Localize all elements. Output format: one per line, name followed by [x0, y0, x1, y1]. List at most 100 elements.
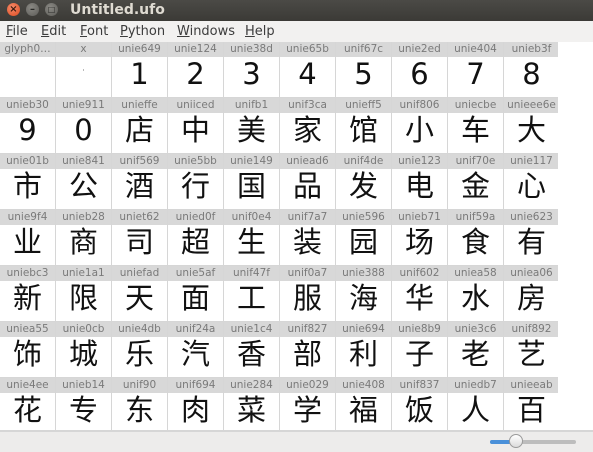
glyph-cell[interactable]: uniead6 品 [280, 154, 336, 210]
glyph-cell[interactable]: unieee6e 大 [504, 98, 560, 154]
glyph-cell[interactable]: unie5af 面 [168, 266, 224, 322]
glyph-cell[interactable]: unie408 福 [336, 378, 392, 434]
zoom-slider-handle[interactable] [509, 434, 523, 448]
glyph-cell[interactable]: unif837 饭 [392, 378, 448, 434]
glyph-cell[interactable]: uniiced 中 [168, 98, 224, 154]
close-icon[interactable]: × [7, 3, 20, 16]
glyph-cell[interactable]: unie841 公 [56, 154, 112, 210]
glyph-cell[interactable]: unie2ed 6 [392, 42, 448, 98]
glyph-cell[interactable]: unie3c6 老 [448, 322, 504, 378]
glyph-name-label: uniiced [168, 98, 223, 113]
glyph-cell[interactable]: unie694 利 [336, 322, 392, 378]
glyph-cell[interactable]: glyph0… [0, 42, 56, 98]
glyph-cell[interactable]: unif827 部 [280, 322, 336, 378]
glyph-cell[interactable]: unie149 国 [224, 154, 280, 210]
maximize-icon[interactable]: □ [45, 3, 58, 16]
glyph-cell[interactable]: unie5bb 行 [168, 154, 224, 210]
glyph-cell[interactable]: unie65b 4 [280, 42, 336, 98]
glyph-cell[interactable]: unieb71 场 [392, 210, 448, 266]
glyph-cell[interactable]: unif24a 汽 [168, 322, 224, 378]
menu-help[interactable]: Help [245, 24, 275, 40]
glyph-cell[interactable]: unif7a7 装 [280, 210, 336, 266]
glyph-cell[interactable]: uniea55 饰 [0, 322, 56, 378]
glyph-cell[interactable]: unif602 华 [392, 266, 448, 322]
glyph-cell[interactable]: unie4ee 花 [0, 378, 56, 434]
glyph-name-label: unie1a1 [56, 266, 111, 281]
glyph-cell[interactable]: unieb28 商 [56, 210, 112, 266]
glyph-preview: 饰 [12, 337, 42, 371]
glyph-cell[interactable]: unie123 电 [392, 154, 448, 210]
glyph-cell[interactable]: unie623 有 [504, 210, 560, 266]
glyph-cell[interactable]: unif0e4 生 [224, 210, 280, 266]
glyph-cell[interactable]: unie1a1 限 [56, 266, 112, 322]
glyph-cell[interactable]: unif47f 工 [224, 266, 280, 322]
glyph-cell[interactable]: unieb30 9 [0, 98, 56, 154]
glyph-cell[interactable]: uniecbe 车 [448, 98, 504, 154]
glyph-cell[interactable]: unie9f4 业 [0, 210, 56, 266]
glyph-preview: 司 [124, 225, 154, 259]
glyph-cell[interactable]: unie38d 3 [224, 42, 280, 98]
glyph-preview: 肉 [180, 393, 210, 427]
menu-font[interactable]: Font [80, 24, 108, 40]
glyph-cell[interactable]: unifb1 美 [224, 98, 280, 154]
glyph-preview: 国 [236, 169, 266, 203]
glyph-cell[interactable]: unie4db 乐 [112, 322, 168, 378]
glyph-cell[interactable]: unie649 1 [112, 42, 168, 98]
glyph-cell[interactable]: unieb3f 8 [504, 42, 560, 98]
glyph-cell[interactable]: unif0a7 服 [280, 266, 336, 322]
glyph-cell[interactable]: uniea06 房 [504, 266, 560, 322]
glyph-cell[interactable]: unif67c 5 [336, 42, 392, 98]
glyph-cell[interactable]: unif90 东 [112, 378, 168, 434]
glyph-cell[interactable]: unied0f 超 [168, 210, 224, 266]
glyph-name-label: unieb3f [504, 42, 559, 57]
glyph-cell[interactable]: x · [56, 42, 112, 98]
glyph-cell[interactable]: unif569 酒 [112, 154, 168, 210]
glyph-cell[interactable]: unif3ca 家 [280, 98, 336, 154]
glyph-cell[interactable]: unie388 海 [336, 266, 392, 322]
grid-right-strip [558, 42, 593, 432]
glyph-cell[interactable]: unie404 7 [448, 42, 504, 98]
glyph-name-label: unie694 [336, 322, 391, 337]
glyph-cell[interactable]: unie124 2 [168, 42, 224, 98]
menu-edit[interactable]: Edit [41, 24, 66, 40]
glyph-cell[interactable]: unif892 艺 [504, 322, 560, 378]
glyph-cell[interactable]: unieeab 百 [504, 378, 560, 434]
glyph-name-label: unif7a7 [280, 210, 335, 225]
menu-windows[interactable]: Windows [177, 24, 235, 40]
glyph-preview: 限 [68, 281, 98, 315]
glyph-cell[interactable]: unie1c4 香 [224, 322, 280, 378]
glyph-cell[interactable]: uniebc3 新 [0, 266, 56, 322]
glyph-cell[interactable]: uniefad 天 [112, 266, 168, 322]
glyph-name-label: uniefad [112, 266, 167, 281]
glyph-cell[interactable]: unie117 心 [504, 154, 560, 210]
glyph-cell[interactable]: uniet62 司 [112, 210, 168, 266]
glyph-preview: 市 [12, 169, 42, 203]
glyph-name-label: uniedb7 [448, 378, 503, 393]
glyph-cell[interactable]: unie911 0 [56, 98, 112, 154]
glyph-preview: 6 [410, 57, 429, 91]
glyph-preview [0, 57, 55, 97]
glyph-preview: 天 [124, 281, 154, 315]
glyph-cell[interactable]: uniea58 水 [448, 266, 504, 322]
glyph-cell[interactable]: unie029 学 [280, 378, 336, 434]
glyph-preview: 服 [292, 281, 322, 315]
glyph-cell[interactable]: unie8b9 子 [392, 322, 448, 378]
minimize-icon[interactable]: – [26, 3, 39, 16]
glyph-cell[interactable]: unieff5 馆 [336, 98, 392, 154]
glyph-cell[interactable]: unif59a 食 [448, 210, 504, 266]
glyph-cell[interactable]: unif70e 金 [448, 154, 504, 210]
glyph-cell[interactable]: unie0cb 城 [56, 322, 112, 378]
glyph-cell[interactable]: unieb14 专 [56, 378, 112, 434]
glyph-name-label: unif0e4 [224, 210, 279, 225]
glyph-name-label: uniead6 [280, 154, 335, 169]
glyph-cell[interactable]: unif694 肉 [168, 378, 224, 434]
glyph-cell[interactable]: unie01b 市 [0, 154, 56, 210]
menu-python[interactable]: Python [120, 24, 165, 40]
glyph-cell[interactable]: unie596 园 [336, 210, 392, 266]
menu-file[interactable]: File [6, 24, 28, 40]
glyph-cell[interactable]: unie284 菜 [224, 378, 280, 434]
glyph-cell[interactable]: unieffe 店 [112, 98, 168, 154]
glyph-cell[interactable]: unif4de 发 [336, 154, 392, 210]
glyph-cell[interactable]: unif806 小 [392, 98, 448, 154]
glyph-cell[interactable]: uniedb7 人 [448, 378, 504, 434]
